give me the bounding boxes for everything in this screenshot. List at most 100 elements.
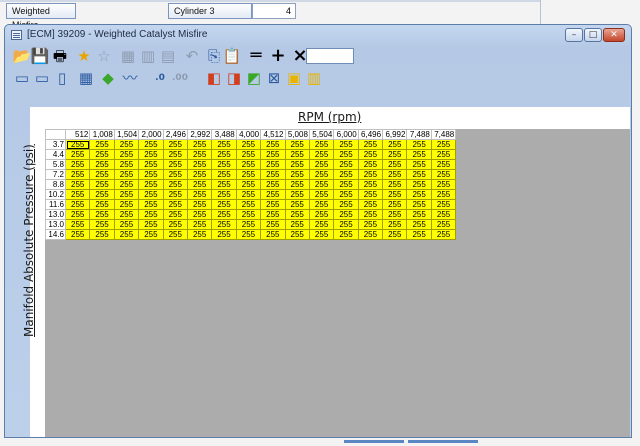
table-cell[interactable]: 255	[138, 159, 164, 170]
table-cell[interactable]: 255	[89, 179, 115, 190]
table-cell[interactable]: 255	[186, 139, 213, 150]
table-cell[interactable]: 255	[430, 159, 457, 170]
table-cell[interactable]: 255	[64, 149, 91, 160]
table-cell[interactable]: 255	[89, 209, 115, 220]
table-cell[interactable]: 255	[284, 209, 310, 220]
table-cell[interactable]: 255	[357, 149, 384, 160]
table-cell[interactable]: 255	[284, 199, 310, 210]
table-cell[interactable]: 255	[430, 169, 457, 180]
table-cell[interactable]: 255	[211, 179, 237, 190]
grid-rows-icon[interactable]: ▤	[159, 47, 177, 65]
table-cell[interactable]: 255	[235, 219, 262, 230]
table-cell[interactable]: 255	[406, 189, 432, 200]
save-icon[interactable]: 💾	[31, 47, 50, 65]
table-cell[interactable]: 255	[382, 189, 408, 200]
table-cell[interactable]: 255	[333, 149, 359, 160]
table-cell[interactable]: 255	[357, 229, 384, 240]
table-cell[interactable]: 255	[64, 199, 91, 210]
table-cell[interactable]: 255	[211, 229, 237, 240]
table-cell[interactable]: 255	[382, 219, 408, 230]
table-cell[interactable]: 255	[211, 149, 237, 160]
table-cell[interactable]: 255	[138, 139, 164, 150]
table-cell[interactable]: 255	[138, 209, 164, 220]
table-cell[interactable]: 255	[113, 229, 140, 240]
table-cell[interactable]: 255	[186, 219, 213, 230]
table-cell[interactable]: 255	[89, 149, 115, 160]
table-cell[interactable]: 255	[113, 169, 140, 180]
table-cell[interactable]: 255	[186, 159, 213, 170]
remove-favorite-icon[interactable]: ☆	[95, 47, 113, 65]
table-cell[interactable]: 255	[333, 209, 359, 220]
table-cell[interactable]: 255	[162, 219, 188, 230]
table-cell[interactable]: 255	[64, 169, 91, 180]
table-cell[interactable]: 255	[89, 159, 115, 170]
close-button[interactable]: ✕	[603, 28, 625, 42]
table-cell[interactable]: 255	[406, 159, 432, 170]
table-cell[interactable]: 255	[260, 179, 286, 190]
table-cell[interactable]: 255	[113, 199, 140, 210]
table-cell[interactable]: 255	[308, 229, 335, 240]
table-cell[interactable]: 255	[186, 199, 213, 210]
table-cell[interactable]: 255	[186, 189, 213, 200]
table-cell[interactable]: 255	[308, 209, 335, 220]
title-bar[interactable]: [ECM] 39209 - Weighted Catalyst Misfire …	[5, 25, 631, 45]
table-cell[interactable]: 255	[64, 179, 91, 190]
table-cell[interactable]: 255	[113, 179, 140, 190]
table-cell[interactable]: 255	[406, 139, 432, 150]
table-cell[interactable]: 255	[211, 159, 237, 170]
table-cell[interactable]: 255	[162, 229, 188, 240]
table-cell[interactable]: 255	[308, 199, 335, 210]
table-cell[interactable]: 255	[260, 169, 286, 180]
table-cell[interactable]: 255	[186, 229, 213, 240]
table-cell[interactable]: 255	[113, 149, 140, 160]
undo-icon[interactable]: ↶	[183, 47, 201, 65]
table-cell[interactable]: 255	[333, 169, 359, 180]
table-cell[interactable]: 255	[64, 159, 91, 170]
table-cell[interactable]: 255	[162, 169, 188, 180]
table-cell[interactable]: 255	[382, 199, 408, 210]
table-cell[interactable]: 255	[235, 209, 262, 220]
table-cell[interactable]: 255	[308, 169, 335, 180]
table-cell[interactable]: 255	[406, 149, 432, 160]
table-cell[interactable]: 255	[64, 209, 91, 220]
table-cell[interactable]: 255	[382, 169, 408, 180]
table-cell[interactable]: 255	[138, 169, 164, 180]
table-cell[interactable]: 255	[406, 219, 432, 230]
table-cell[interactable]: 255	[406, 229, 432, 240]
table-cell[interactable]: 255	[260, 139, 286, 150]
table-cell[interactable]: 255	[113, 219, 140, 230]
table-cell[interactable]: 255	[235, 179, 262, 190]
table-cell[interactable]: 255	[333, 189, 359, 200]
table-cell[interactable]: 255	[333, 179, 359, 190]
view-grid-icon[interactable]: ▦	[77, 69, 95, 87]
table-cell[interactable]: 255	[113, 139, 140, 150]
table-cell[interactable]: 255	[406, 169, 432, 180]
view-table-icon[interactable]: ▭	[13, 69, 31, 87]
table-cell[interactable]: 255	[333, 139, 359, 150]
table-cell[interactable]: 255	[382, 139, 408, 150]
interpolate-vertical-icon[interactable]: ◨	[225, 69, 243, 87]
table-cell[interactable]: 255	[162, 149, 188, 160]
table-cell[interactable]: 255	[430, 149, 457, 160]
table-cell[interactable]: 255	[235, 199, 262, 210]
table-cell[interactable]: 255	[382, 209, 408, 220]
table-cell[interactable]: 255	[308, 139, 335, 150]
table-cell[interactable]: 255	[211, 139, 237, 150]
table-cell[interactable]: 255	[89, 229, 115, 240]
grid-select-icon[interactable]: ▦	[119, 47, 137, 65]
table-cell[interactable]: 255	[186, 169, 213, 180]
table-cell[interactable]: 255	[308, 219, 335, 230]
table-cell[interactable]: 255	[138, 149, 164, 160]
table-cell[interactable]: 255	[430, 139, 457, 150]
table-cell[interactable]: 255	[357, 209, 384, 220]
table-cell[interactable]: 255	[284, 179, 310, 190]
table-cell[interactable]: 255	[235, 159, 262, 170]
table-cell[interactable]: 255	[357, 179, 384, 190]
table-cell[interactable]: 255	[382, 179, 408, 190]
table-cell[interactable]: 255	[260, 199, 286, 210]
table-cell[interactable]: 255	[284, 139, 310, 150]
grid-columns-icon[interactable]: ▥	[139, 47, 157, 65]
table-cell[interactable]: 255	[284, 159, 310, 170]
table-cell[interactable]: 255	[333, 159, 359, 170]
table-cell[interactable]: 255	[64, 139, 91, 150]
